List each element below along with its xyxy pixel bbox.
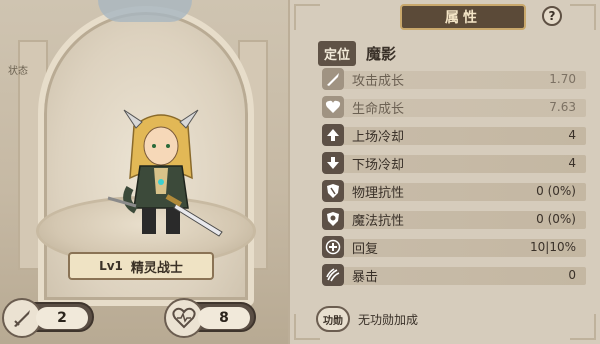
attribute-row-health-growth: 生命成长 7.63 (322, 94, 586, 120)
attribute-row-recovery: 回复 10|10% (322, 234, 586, 260)
attribute-label: 生命成长 (352, 101, 405, 117)
health-value: 8 (198, 307, 250, 329)
attribute-row-critical: 暴击 0 (322, 262, 586, 288)
attribute-row-physical-resist: 物理抗性 0 (0%) (322, 178, 586, 204)
position-row: 定位 魔影 (318, 41, 396, 66)
attribute-row-attack-growth: 攻击成长 1.70 (322, 66, 586, 92)
heart-growth-icon (322, 96, 344, 118)
attribute-row-magic-resist: 魔法抗性 0 (0%) (322, 206, 586, 232)
attribute-value: 4 (568, 156, 576, 170)
plus-icon (322, 236, 344, 258)
claw-icon (322, 264, 344, 286)
attribute-value: 0 (0%) (536, 184, 576, 198)
arrow-down-icon (322, 152, 344, 174)
attribute-value: 10|10% (530, 240, 576, 254)
merit-bonus-row: 功勋 无功勋加成 (316, 306, 418, 332)
health-stat: 8 (164, 298, 256, 338)
corner-ornament (294, 4, 320, 30)
attribute-row-exit-cooldown: 下场冷却 4 (322, 150, 586, 176)
attribute-list: 攻击成长 1.70 生命成长 7.63 上场冷却 4 下场冷却 4 物理抗性 0… (322, 66, 586, 290)
hero-level: Lv1 (99, 259, 123, 273)
hero-nameplate: Lv1 精灵战士 (68, 252, 214, 280)
attribute-value: 7.63 (549, 100, 576, 114)
attribute-label: 魔法抗性 (352, 213, 405, 229)
position-label: 定位 (318, 41, 357, 66)
physical-shield-icon (322, 180, 344, 202)
attribute-value: 0 (0%) (536, 212, 576, 226)
hero-name: 精灵战士 (130, 260, 183, 276)
magic-shield-icon (322, 208, 344, 230)
attribute-value: 4 (568, 128, 576, 142)
attack-stat: 2 (2, 298, 94, 338)
sword-growth-icon (322, 68, 344, 90)
attribute-label: 攻击成长 (352, 73, 405, 89)
merit-badge[interactable]: 功勋 (316, 306, 350, 332)
attributes-title: 属性 (400, 4, 526, 30)
attribute-label: 回复 (352, 241, 379, 257)
attribute-label: 物理抗性 (352, 185, 405, 201)
merit-bonus-text: 无功勋加成 (358, 312, 419, 327)
attribute-value: 1.70 (549, 72, 576, 86)
help-button[interactable]: ? (542, 6, 562, 26)
attribute-value: 0 (568, 268, 576, 282)
attribute-label: 暴击 (352, 269, 379, 285)
attack-value: 2 (36, 307, 88, 329)
corner-ornament (570, 314, 596, 340)
arch-sky (98, 0, 192, 22)
arrow-up-icon (322, 124, 344, 146)
corner-ornament (570, 4, 596, 30)
attribute-row-enter-cooldown: 上场冷却 4 (322, 122, 586, 148)
hero-display-panel: 状态 Lv1 精灵战士 2 8 (0, 0, 288, 344)
attribute-label: 下场冷却 (352, 157, 405, 173)
attribute-label: 上场冷却 (352, 129, 405, 145)
status-label: 状态 (8, 66, 28, 77)
elf-warrior-portrait[interactable] (96, 108, 226, 248)
position-value: 魔影 (366, 45, 397, 63)
